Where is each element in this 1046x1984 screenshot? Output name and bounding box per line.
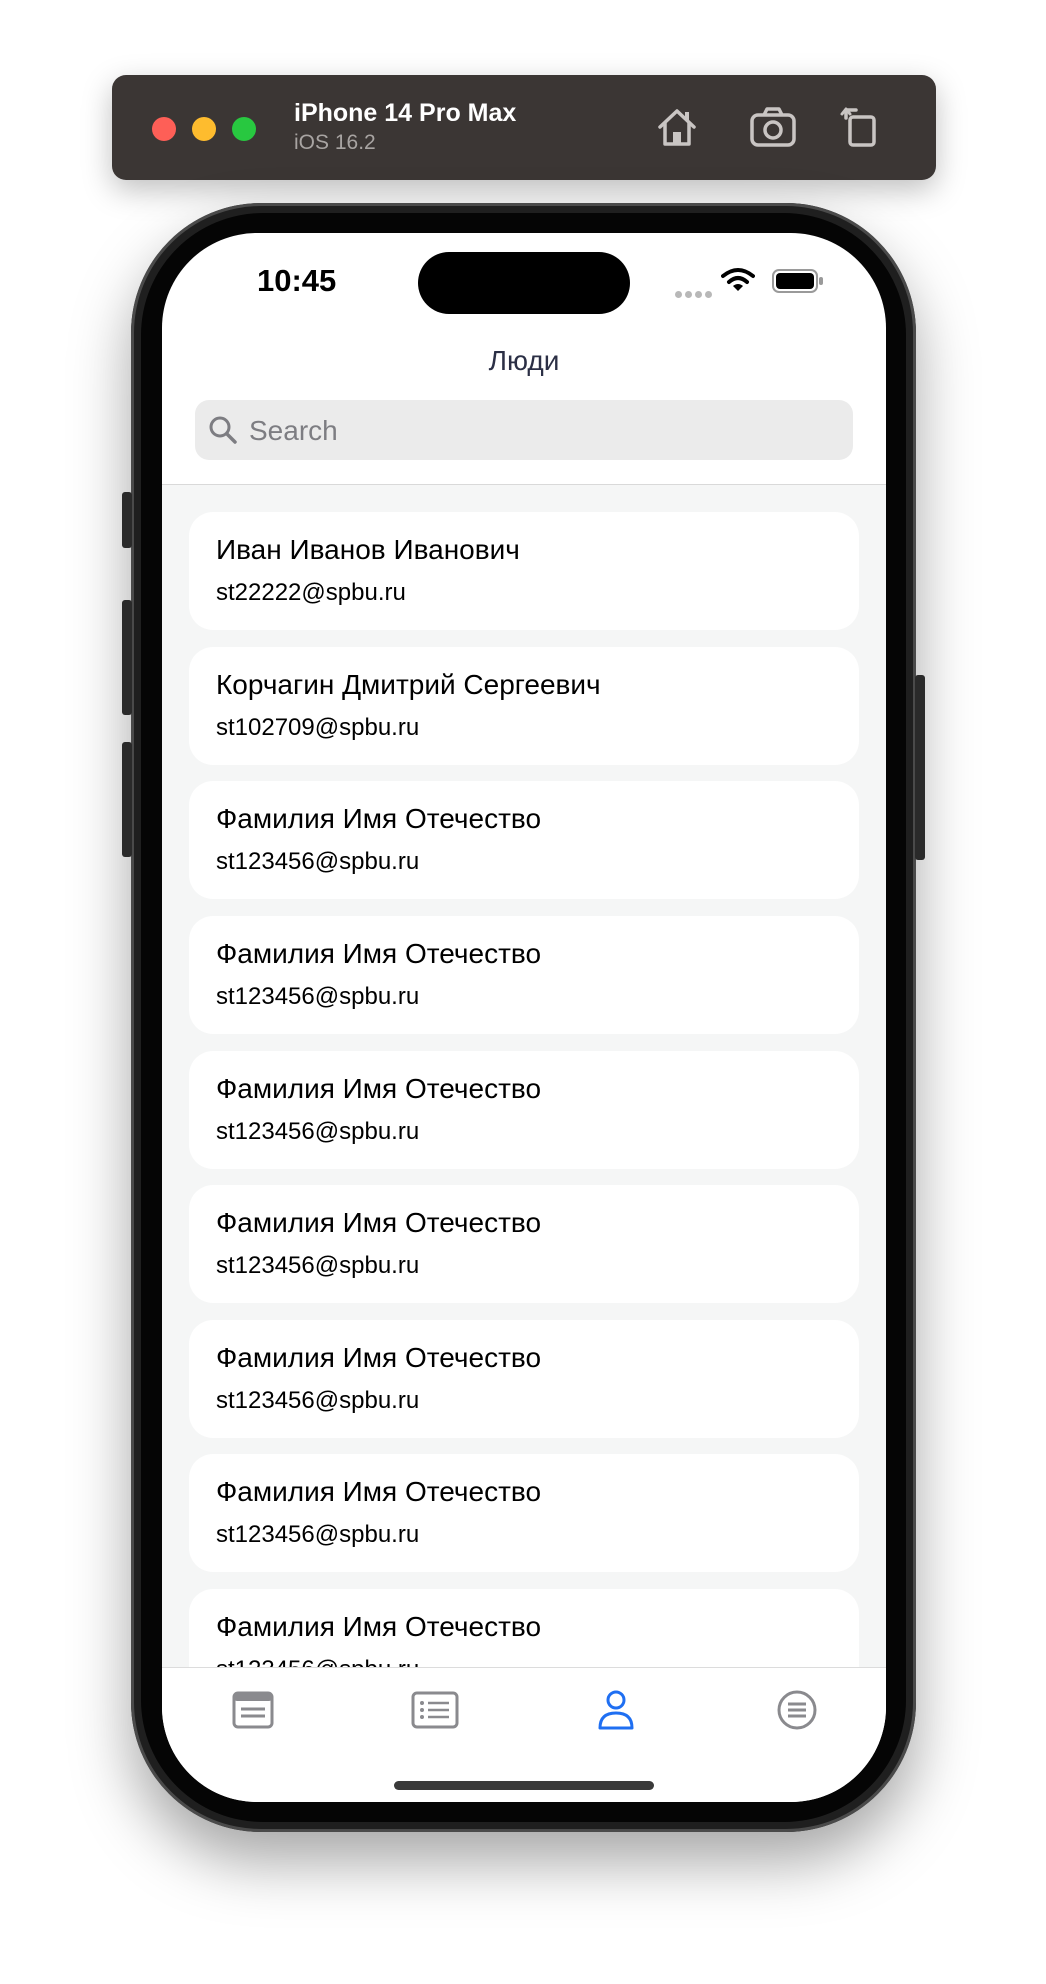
mute-switch — [122, 492, 132, 548]
battery-icon — [772, 269, 823, 293]
device-name: iPhone 14 Pro Max — [294, 99, 517, 127]
person-email: st102709@spbu.ru — [216, 714, 420, 741]
cellular-signal-icon — [675, 285, 715, 303]
people-list[interactable]: Иван Иванов Иванович st22222@spbu.ru Кор… — [162, 485, 886, 1667]
simulator-titlebar: iPhone 14 Pro Max iOS 16.2 — [112, 75, 936, 180]
home-indicator[interactable] — [394, 1781, 654, 1790]
person-card[interactable]: Корчагин Дмитрий Сергеевич st102709@spbu… — [189, 647, 859, 765]
status-time: 10:45 — [257, 263, 337, 298]
dynamic-island — [418, 252, 630, 314]
person-card[interactable]: Фамилия Имя Отечество st123456@spbu.ru — [189, 916, 859, 1034]
minimize-window-button[interactable] — [192, 117, 216, 141]
menu-icon — [777, 1690, 817, 1730]
person-email: st123456@spbu.ru — [216, 1656, 419, 1667]
search-icon — [209, 416, 237, 444]
person-card[interactable]: Фамилия Имя Отечество st123456@spbu.ru — [189, 1185, 859, 1303]
close-window-button[interactable] — [152, 117, 176, 141]
person-email: st22222@spbu.ru — [216, 579, 406, 606]
tab-menu[interactable] — [767, 1680, 827, 1740]
person-card[interactable]: Фамилия Имя Отечество st123456@spbu.ru — [189, 1051, 859, 1169]
zoom-window-button[interactable] — [232, 117, 256, 141]
person-icon — [598, 1690, 634, 1730]
person-card[interactable]: Фамилия Имя Отечество st123456@spbu.ru — [189, 1454, 859, 1572]
person-name: Фамилия Имя Отечество — [216, 938, 542, 969]
power-button — [915, 675, 925, 860]
person-name: Фамилия Имя Отечество — [216, 1611, 542, 1642]
home-button[interactable] — [650, 100, 704, 154]
person-email: st123456@spbu.ru — [216, 1387, 420, 1414]
os-version: iOS 16.2 — [294, 131, 376, 154]
volume-down-button — [122, 742, 132, 857]
screenshot-icon — [750, 107, 796, 147]
person-name: Иван Иванов Иванович — [216, 534, 520, 565]
rotate-icon — [840, 107, 876, 147]
tab-schedule[interactable] — [405, 1680, 465, 1740]
person-name: Фамилия Имя Отечество — [216, 1207, 542, 1238]
search-input[interactable] — [247, 400, 841, 462]
wifi-icon — [721, 268, 755, 291]
schedule-list-icon — [411, 1691, 459, 1729]
tab-news[interactable] — [223, 1680, 283, 1740]
person-name: Фамилия Имя Отечество — [216, 803, 542, 834]
page-title: Люди — [488, 345, 560, 376]
person-email: st123456@spbu.ru — [216, 848, 420, 875]
person-email: st123456@spbu.ru — [216, 1252, 420, 1279]
home-icon — [658, 109, 696, 146]
person-email: st123456@spbu.ru — [216, 1118, 420, 1145]
person-card[interactable]: Фамилия Имя Отечество st123456@spbu.ru — [189, 1320, 859, 1438]
tab-people[interactable] — [586, 1680, 646, 1740]
rotate-button[interactable] — [834, 100, 888, 154]
person-name: Фамилия Имя Отечество — [216, 1073, 542, 1104]
screenshot-button[interactable] — [746, 100, 800, 154]
news-icon — [232, 1691, 274, 1729]
person-email: st123456@spbu.ru — [216, 1521, 420, 1548]
person-email: st123456@spbu.ru — [216, 983, 420, 1010]
person-name: Фамилия Имя Отечество — [216, 1342, 542, 1373]
person-card[interactable]: Фамилия Имя Отечество st123456@spbu.ru — [189, 781, 859, 899]
volume-up-button — [122, 600, 132, 715]
phone-screen: 10:45 Люди Иван Иванов Иванович st22222@… — [162, 233, 886, 1802]
search-bar[interactable] — [195, 400, 853, 462]
person-card[interactable]: Иван Иванов Иванович st22222@spbu.ru — [189, 512, 859, 630]
person-name: Фамилия Имя Отечество — [216, 1476, 542, 1507]
person-name: Корчагин Дмитрий Сергеевич — [216, 669, 601, 700]
person-card[interactable]: Фамилия Имя Отечество st123456@spbu.ru — [189, 1589, 859, 1667]
